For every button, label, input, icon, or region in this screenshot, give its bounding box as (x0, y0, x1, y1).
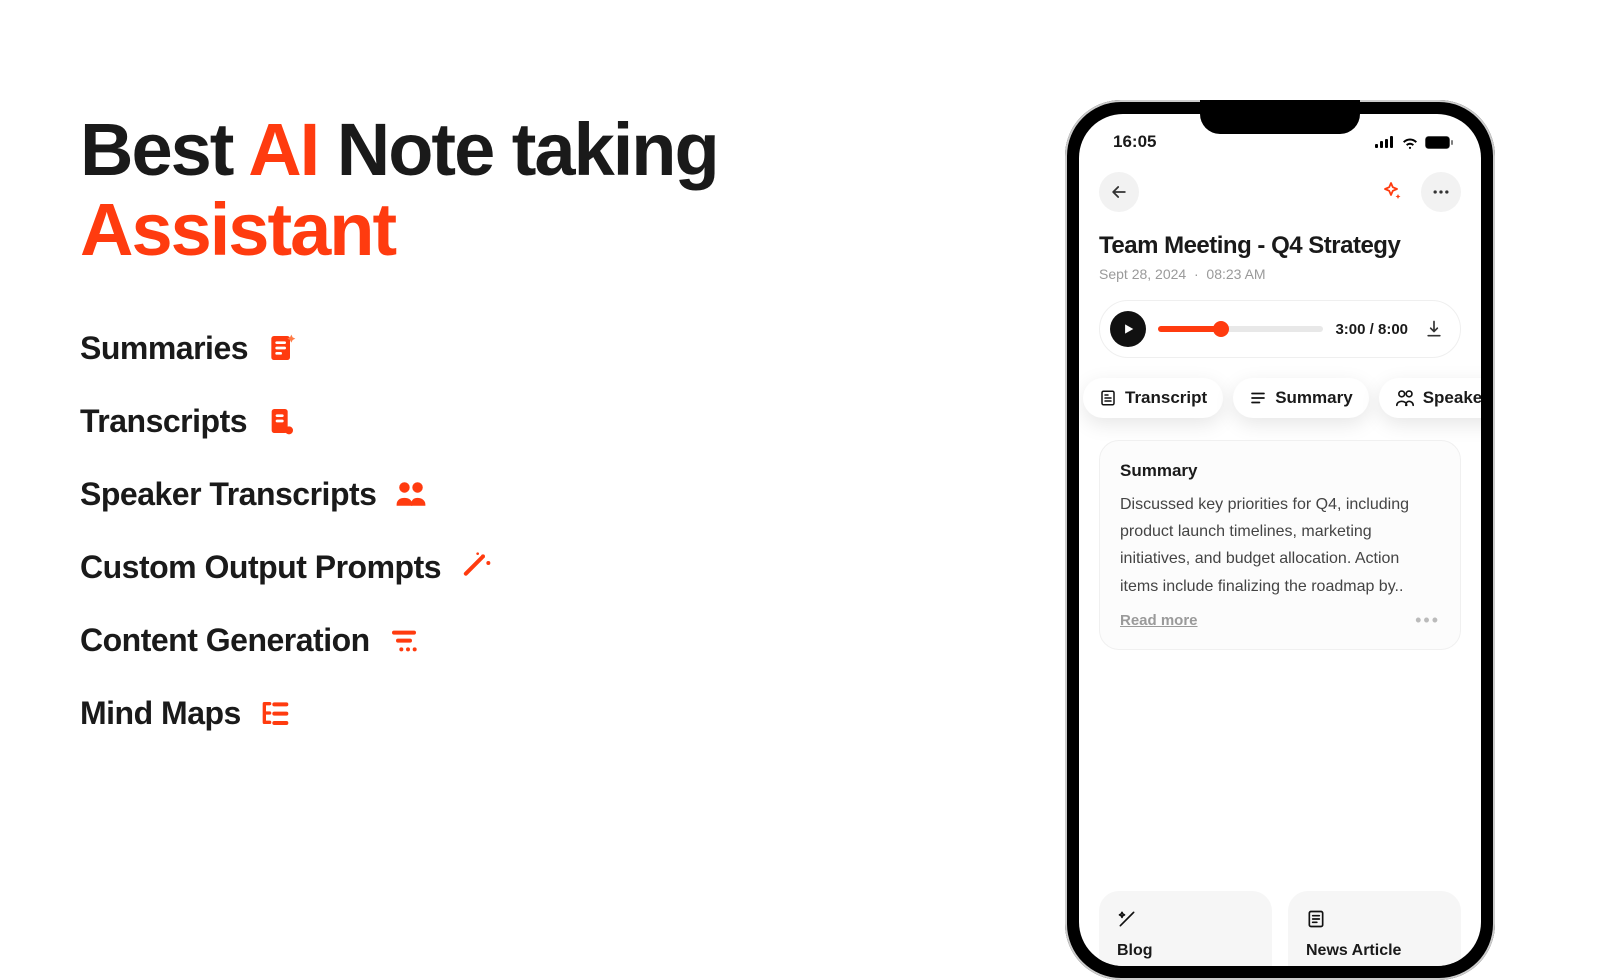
note-meta: Sept 28, 2024 · 08:23 AM (1099, 266, 1461, 282)
summary-icon (1249, 389, 1267, 407)
dots-horizontal-icon (1431, 182, 1451, 202)
note-time: 08:23 AM (1206, 266, 1265, 282)
summary-body: Discussed key priorities for Q4, includi… (1120, 491, 1440, 600)
app-screen: 16:05 (1079, 114, 1481, 966)
sparkle-icon (1379, 180, 1403, 204)
audio-player: 3:00 / 8:00 (1099, 300, 1461, 358)
headline-line2: Assistant (80, 188, 395, 271)
progress-knob[interactable] (1213, 321, 1229, 337)
summary-card: Summary Discussed key priorities for Q4,… (1099, 440, 1461, 650)
download-icon[interactable] (1424, 319, 1444, 339)
wifi-icon (1401, 136, 1419, 149)
feature-label: Transcripts (80, 403, 247, 440)
marketing-copy: Best AI Note taking Assistant Summaries … (80, 100, 980, 732)
feature-label: Mind Maps (80, 695, 241, 732)
headline-part1: Best (80, 108, 248, 191)
feature-mind-maps: Mind Maps (80, 695, 980, 732)
output-format-cards: Blog News Article (1099, 891, 1461, 966)
battery-icon (1425, 136, 1453, 149)
tree-list-icon (259, 697, 291, 729)
phone-notch (1200, 100, 1360, 134)
card-label: News Article (1306, 942, 1443, 960)
card-more-icon[interactable]: ••• (1415, 610, 1440, 631)
feature-label: Summaries (80, 330, 248, 367)
play-button[interactable] (1110, 311, 1146, 347)
article-icon (1306, 909, 1443, 934)
headline-accent-ai: AI (248, 108, 318, 191)
tab-label: Speaker Distinction (1423, 388, 1481, 408)
playback-time: 3:00 / 8:00 (1335, 321, 1408, 338)
ai-sparkle-button[interactable] (1371, 172, 1411, 212)
tab-transcript[interactable]: Transcript (1083, 378, 1223, 418)
card-blog[interactable]: Blog (1099, 891, 1272, 966)
status-time: 16:05 (1113, 132, 1156, 152)
scroll-icon (265, 405, 297, 437)
progress-bar[interactable] (1158, 326, 1323, 332)
tab-label: Summary (1275, 388, 1352, 408)
tab-summary[interactable]: Summary (1233, 378, 1368, 418)
status-icons (1375, 136, 1453, 149)
feature-speaker-transcripts: Speaker Transcripts (80, 476, 980, 513)
note-title: Team Meeting - Q4 Strategy (1099, 232, 1461, 260)
feature-list: Summaries Transcripts (80, 330, 980, 732)
read-more-link[interactable]: Read more (1120, 612, 1198, 629)
back-button[interactable] (1099, 172, 1139, 212)
summary-heading: Summary (1120, 461, 1440, 481)
card-label: Blog (1117, 942, 1254, 960)
arrow-left-icon (1109, 182, 1129, 202)
filter-sparkle-icon (388, 624, 420, 656)
feature-content-generation: Content Generation (80, 622, 980, 659)
view-tabs: Transcript Summary (1079, 378, 1481, 418)
transcript-icon (1099, 389, 1117, 407)
page-title: Best AI Note taking Assistant (80, 110, 980, 270)
magic-wand-icon (459, 551, 491, 583)
signal-icon (1375, 136, 1395, 148)
feature-label: Speaker Transcripts (80, 476, 376, 513)
sparkle-doc-icon (266, 332, 298, 364)
note-date: Sept 28, 2024 (1099, 266, 1186, 282)
app-nav (1099, 172, 1461, 212)
feature-transcripts: Transcripts (80, 403, 980, 440)
more-menu-button[interactable] (1421, 172, 1461, 212)
play-icon (1121, 322, 1135, 336)
card-news-article[interactable]: News Article (1288, 891, 1461, 966)
tab-speaker-distinction[interactable]: Speaker Distinction (1379, 378, 1481, 418)
feature-summaries: Summaries (80, 330, 980, 367)
tab-label: Transcript (1125, 388, 1207, 408)
wand-icon (1117, 909, 1254, 934)
feature-custom-prompts: Custom Output Prompts (80, 549, 980, 586)
feature-label: Custom Output Prompts (80, 549, 441, 586)
progress-fill (1158, 326, 1221, 332)
phone-frame: 16:05 (1065, 100, 1495, 980)
headline-part2: Note taking (318, 108, 717, 191)
people-icon (394, 478, 428, 510)
speakers-icon (1395, 389, 1415, 407)
feature-label: Content Generation (80, 622, 370, 659)
